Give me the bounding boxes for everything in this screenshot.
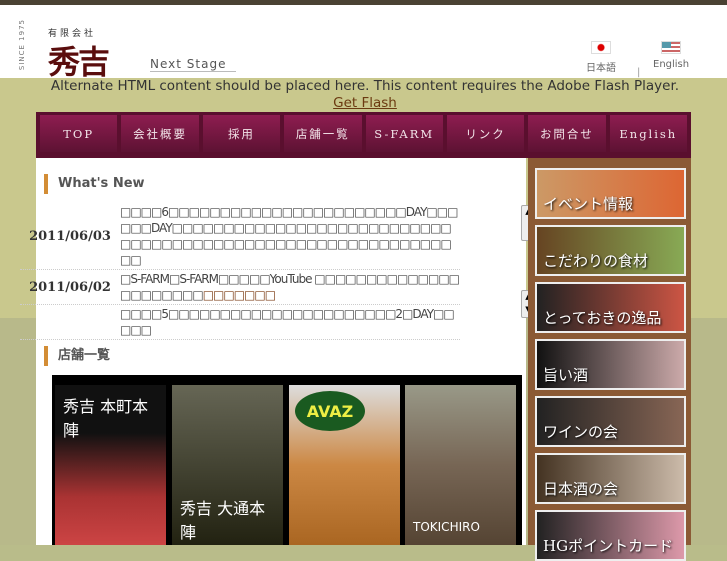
shop-gallery: 秀吉 本町本陣 秀吉 大通本陣 AVAZ TOKICHIRO	[52, 375, 522, 545]
news-text: □S-FARM□S-FARM□□□□□YouTube □□□□□□□□□□□□□…	[120, 271, 460, 303]
nav-english[interactable]: English	[609, 115, 687, 152]
japan-flag-icon	[591, 41, 611, 54]
news-text[interactable]: □□□□6□□□□□□□□□□□□□□□□□□□□□□□DAY□□□□□□DAY…	[120, 204, 460, 268]
nav-sfarm[interactable]: S-FARM	[365, 115, 443, 152]
shop-tokichiro[interactable]: TOKICHIRO	[405, 385, 516, 545]
banner-specials[interactable]: とっておきの逸品	[535, 282, 686, 333]
news-date: 2011/06/02	[29, 279, 111, 295]
shop-avaz[interactable]: AVAZ	[289, 385, 400, 545]
nav-recruit[interactable]: 採用	[202, 115, 281, 152]
lang-ja-label: 日本語	[586, 63, 616, 74]
news-item: 2011/06/02 □S-FARM□S-FARM□□□□□YouTube □□□…	[20, 270, 460, 305]
lang-en-label: English	[653, 59, 690, 70]
news-item: □□□□5□□□□□□□□□□□□□□□□□□□□□□2□DAY□□□□□	[20, 305, 460, 340]
shop-honmachi[interactable]: 秀吉 本町本陣	[55, 385, 166, 545]
banner-point-card[interactable]: HGポイントカード	[535, 510, 686, 561]
lang-separator: |	[637, 67, 641, 78]
banner-wine[interactable]: ワインの会	[535, 396, 686, 447]
lang-english[interactable]: English	[653, 41, 689, 70]
banner-events[interactable]: イベント情報	[535, 168, 686, 219]
us-flag-icon	[661, 41, 682, 54]
banner-nihonshu[interactable]: 日本酒の会	[535, 453, 686, 504]
news-date: 2011/06/03	[29, 228, 111, 244]
news-body: □□□□6□□□□□□□□□□□□□□□□□□□□□□□DAY□□□□□□DAY…	[120, 205, 458, 267]
main-nav: TOP 会社概要 採用 店舗一覧 S-FARM リンク お問合せ English	[36, 112, 691, 158]
nav-company[interactable]: 会社概要	[121, 115, 199, 152]
nav-contact[interactable]: お問合せ	[528, 115, 606, 152]
get-flash-link[interactable]: Get Flash	[333, 95, 397, 111]
shop-label: 秀吉 本町本陣	[63, 397, 149, 440]
whats-new-title: What's New	[44, 174, 145, 194]
tagline: Next Stage	[150, 57, 237, 72]
shop-label: 秀吉 大通本陣	[180, 499, 266, 542]
shops-title: 店舗一覧	[44, 346, 110, 366]
flash-text: Alternate HTML content should be placed …	[50, 78, 680, 94]
news-link[interactable]: □□□□□□□	[203, 288, 276, 302]
shop-label: TOKICHIRO	[413, 520, 480, 534]
news-body: □□□□5□□□□□□□□□□□□□□□□□□□□□□2□DAY□□□□□	[120, 307, 455, 337]
nav-shops[interactable]: 店舗一覧	[284, 115, 362, 152]
banner-ingredients[interactable]: こだわりの食材	[535, 225, 686, 276]
shop-odori[interactable]: 秀吉 大通本陣	[172, 385, 283, 545]
avaz-logo: AVAZ	[295, 391, 365, 431]
lang-japanese[interactable]: 日本語	[586, 41, 616, 74]
news-date	[20, 306, 120, 338]
banner-sake[interactable]: 旨い酒	[535, 339, 686, 390]
nav-links[interactable]: リンク	[446, 115, 525, 152]
since-label: SINCE 1975	[18, 19, 26, 71]
flash-notice: Alternate HTML content should be placed …	[40, 78, 690, 112]
header: SINCE 1975 有限会社 秀吉 Next Stage 日本語 | Engl…	[0, 5, 727, 81]
logo[interactable]: 秀吉	[48, 37, 110, 83]
news-text[interactable]: □□□□5□□□□□□□□□□□□□□□□□□□□□□2□DAY□□□□□	[120, 306, 460, 338]
news-item: 2011/06/03 □□□□6□□□□□□□□□□□□□□□□□□□□□□□DA…	[20, 203, 460, 270]
news-body: □S-FARM□S-FARM□□□□□YouTube □□□□□□□□□□□□□…	[120, 272, 460, 302]
news-list: 2011/06/03 □□□□6□□□□□□□□□□□□□□□□□□□□□□□DA…	[20, 203, 460, 340]
nav-top[interactable]: TOP	[40, 115, 118, 152]
